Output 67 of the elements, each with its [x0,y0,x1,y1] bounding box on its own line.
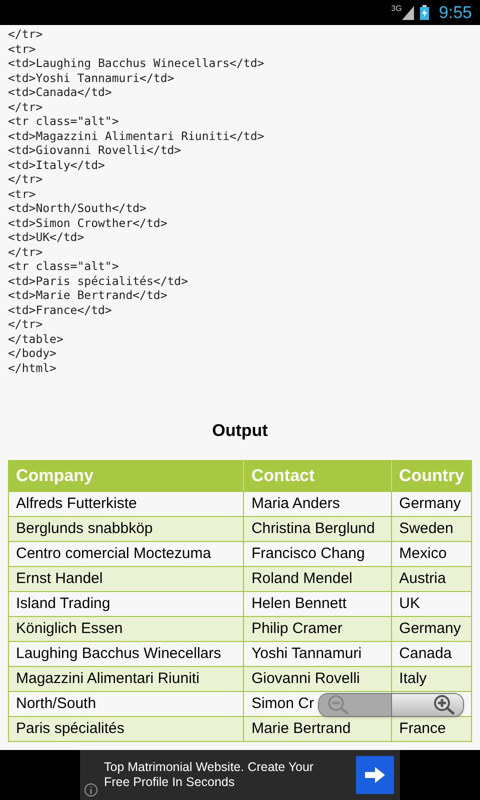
code-line: <tr> [8,186,37,201]
zoom-in-icon [433,694,457,716]
clock: 9:55 [438,2,472,24]
code-line: <td>Giovanni Rovelli</td> [8,143,182,158]
table-cell: Königlich Essen [16,619,123,638]
table-cell: Canada [399,644,452,663]
code-line: <td>Paris spécialités</td> [8,274,190,288]
info-icon [84,783,98,797]
code-line: <td>Canada</td> [8,85,113,100]
table-cell: Simon Cr [251,694,314,713]
table-cell: Christina Berglund [251,519,375,538]
table-cell: UK [399,594,420,613]
table-cell: Yoshi Tannamuri [251,644,362,663]
code-line: <td>Marie Bertrand</td> [8,288,168,302]
table-cell: Centro comercial Moctezuma [16,544,212,563]
code-line: </tr> [8,244,44,259]
ad-banner[interactable]: Top Matrimonial Website. Create Your Free Profile In Seconds [80,750,400,800]
code-line: <tr class="alt"> [8,259,120,274]
code-line: </tr> [8,27,44,42]
table-cell: Austria [399,569,446,588]
table-cell: Italy [399,669,427,688]
table-cell: Paris spécialités [16,719,124,738]
output-heading: Output [211,420,269,442]
network-label: 3G [391,3,402,15]
table-cell: Mexico [399,544,447,563]
code-line: <tr class="alt"> [8,114,120,128]
table-cell: Giovanni Rovelli [251,669,360,688]
table-cell: Helen Bennett [251,594,347,613]
ad-arrow-button[interactable] [356,756,394,794]
arrow-icon [365,767,385,783]
code-line: <td>Laughing Bacchus Winecellars</td> [8,56,266,70]
table-cell: Francisco Chang [251,544,365,563]
code-line: <tr> [8,42,37,56]
code-line: </table> [8,332,64,346]
table-cell: Marie Bertrand [251,719,351,738]
table-cell: Philip Cramer [251,619,342,638]
table-cell: Magazzini Alimentari Riuniti [16,669,200,688]
table-cell: Ernst Handel [16,569,103,588]
code-line: <td>Yoshi Tannamuri</td> [8,70,176,85]
code-line: <td>Italy</td> [8,158,106,172]
table-cell: Island Trading [16,594,110,613]
code-line: <td>UK</td> [8,230,86,244]
table-cell: Maria Anders [251,494,340,513]
code-line: </tr> [8,172,44,186]
table-cell: Berglunds snabbköp [16,519,153,538]
table-cell: Laughing Bacchus Winecellars [16,644,222,663]
table-cell: France [399,719,446,738]
ad-text: Top Matrimonial Website. Create Your Free Profile In Seconds [104,760,315,790]
code-line: <td>North/South</td> [8,201,148,216]
code-line: <td>Magazzini Alimentari Riuniti</td> [8,128,266,143]
table-cell: Alfreds Futterkiste [16,494,137,513]
table-cell: Germany [399,619,461,638]
table-cell: North/South [16,694,96,713]
table-cell: Sweden [399,519,454,538]
code-line: </tr> [8,317,44,332]
code-line: </html> [8,360,58,375]
code-line: </tr> [8,100,44,114]
code-line: <td>Simon Crowther</td> [8,216,168,230]
table-cell: Roland Mendel [251,569,352,588]
code-line: </body> [8,346,58,360]
zoom-in-button[interactable] [391,694,463,716]
column-header: Company [15,464,94,486]
zoom-out-icon [327,694,351,716]
signal-icon [402,6,414,20]
battery-icon [420,5,429,20]
table-cell: Germany [399,494,461,513]
code-line: <td>France</td> [8,302,113,317]
